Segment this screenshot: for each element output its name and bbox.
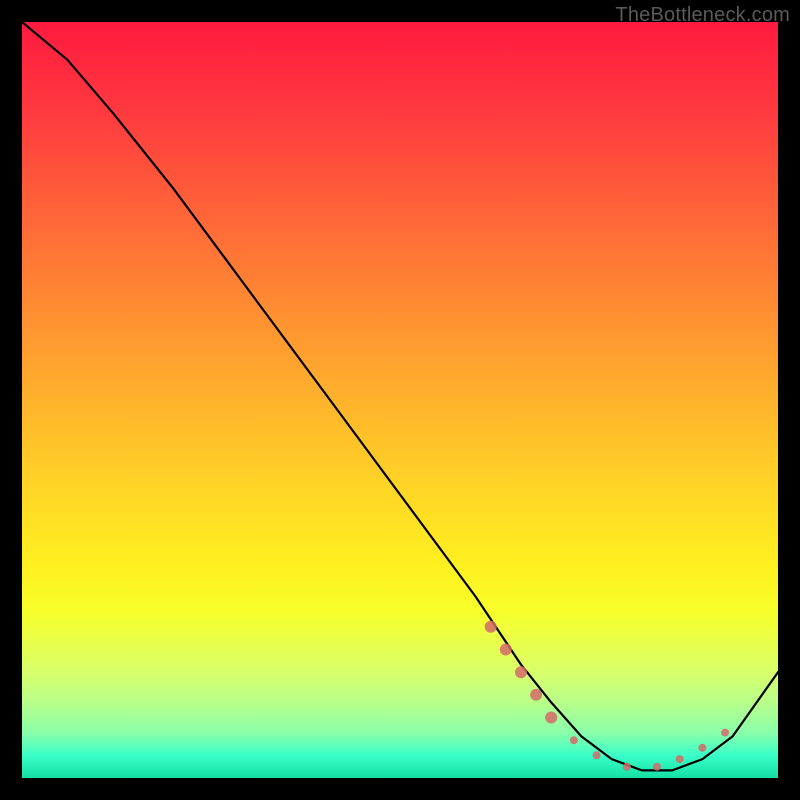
plot-area [22,22,778,778]
marker-group [485,621,729,771]
marker-point [570,736,578,744]
marker-point [593,751,601,759]
bottleneck-curve [22,22,778,770]
marker-point [698,744,706,752]
marker-point [485,621,497,633]
marker-point [545,712,557,724]
marker-point [721,729,729,737]
marker-point [515,666,527,678]
marker-point [653,763,661,771]
chart-stage: TheBottleneck.com [0,0,800,800]
attribution-text: TheBottleneck.com [615,4,790,27]
marker-point [623,763,631,771]
marker-point [530,689,542,701]
marker-point [676,755,684,763]
curve-layer [22,22,778,778]
marker-point [500,644,512,656]
